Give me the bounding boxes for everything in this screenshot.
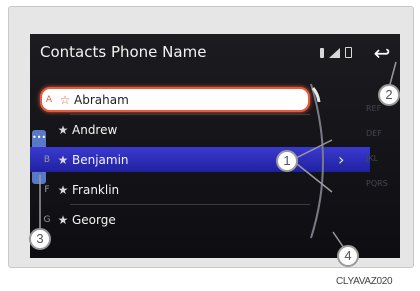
contacts-screen: Contacts Phone Name ↩ ••• ‹ A ☆ Abraham …: [30, 34, 400, 258]
favorite-star-icon: ☆: [59, 92, 71, 107]
contact-name: Franklin: [72, 182, 120, 197]
favorite-star-icon: ★: [57, 122, 69, 137]
title-bar: Contacts Phone Name ↩: [30, 34, 400, 74]
contact-name: Benjamin: [72, 152, 129, 167]
back-arrow-icon: ↩: [373, 41, 391, 65]
contact-row[interactable]: F ★ Franklin: [40, 177, 310, 202]
callout-1: 1: [276, 150, 298, 172]
row-divider: [70, 204, 310, 205]
contact-row[interactable]: A ☆ Abraham: [40, 87, 310, 112]
alpha-index-item[interactable]: PQRS: [366, 179, 396, 204]
contact-row[interactable]: ★ Andrew: [40, 117, 310, 142]
row-divider: [70, 114, 310, 115]
index-letter: F: [44, 184, 50, 195]
index-letter: G: [43, 214, 51, 225]
chevron-right-icon[interactable]: ›: [338, 150, 344, 169]
favorite-star-icon: ★: [57, 212, 69, 227]
image-code-caption: CLYAVAZ020: [336, 276, 393, 287]
favorite-star-icon: ★: [57, 182, 69, 197]
contact-name: George: [72, 212, 116, 227]
contact-name: Abraham: [74, 92, 129, 107]
index-letter: A: [45, 94, 53, 105]
battery-icon: [345, 47, 352, 58]
scroll-track: [310, 83, 324, 239]
alpha-index-item[interactable]: REF: [366, 104, 396, 129]
callout-2: 2: [378, 84, 400, 106]
alpha-index-item[interactable]: JKL: [366, 154, 396, 179]
bluetooth-icon: [320, 48, 324, 58]
callout-4: 4: [337, 245, 359, 267]
contact-row[interactable]: G ★ George: [40, 207, 310, 232]
alpha-index-strip: REF DEF JKL PQRS: [366, 104, 396, 204]
page-title: Contacts Phone Name: [40, 43, 207, 61]
index-letter: B: [43, 154, 51, 165]
signal-icon: [329, 48, 340, 58]
callout-3: 3: [29, 228, 51, 250]
contact-name: Andrew: [72, 122, 118, 137]
favorite-star-icon: ★: [57, 152, 69, 167]
alpha-index-item[interactable]: DEF: [366, 129, 396, 154]
status-icons: [320, 47, 352, 58]
back-button[interactable]: ↩: [370, 42, 394, 64]
